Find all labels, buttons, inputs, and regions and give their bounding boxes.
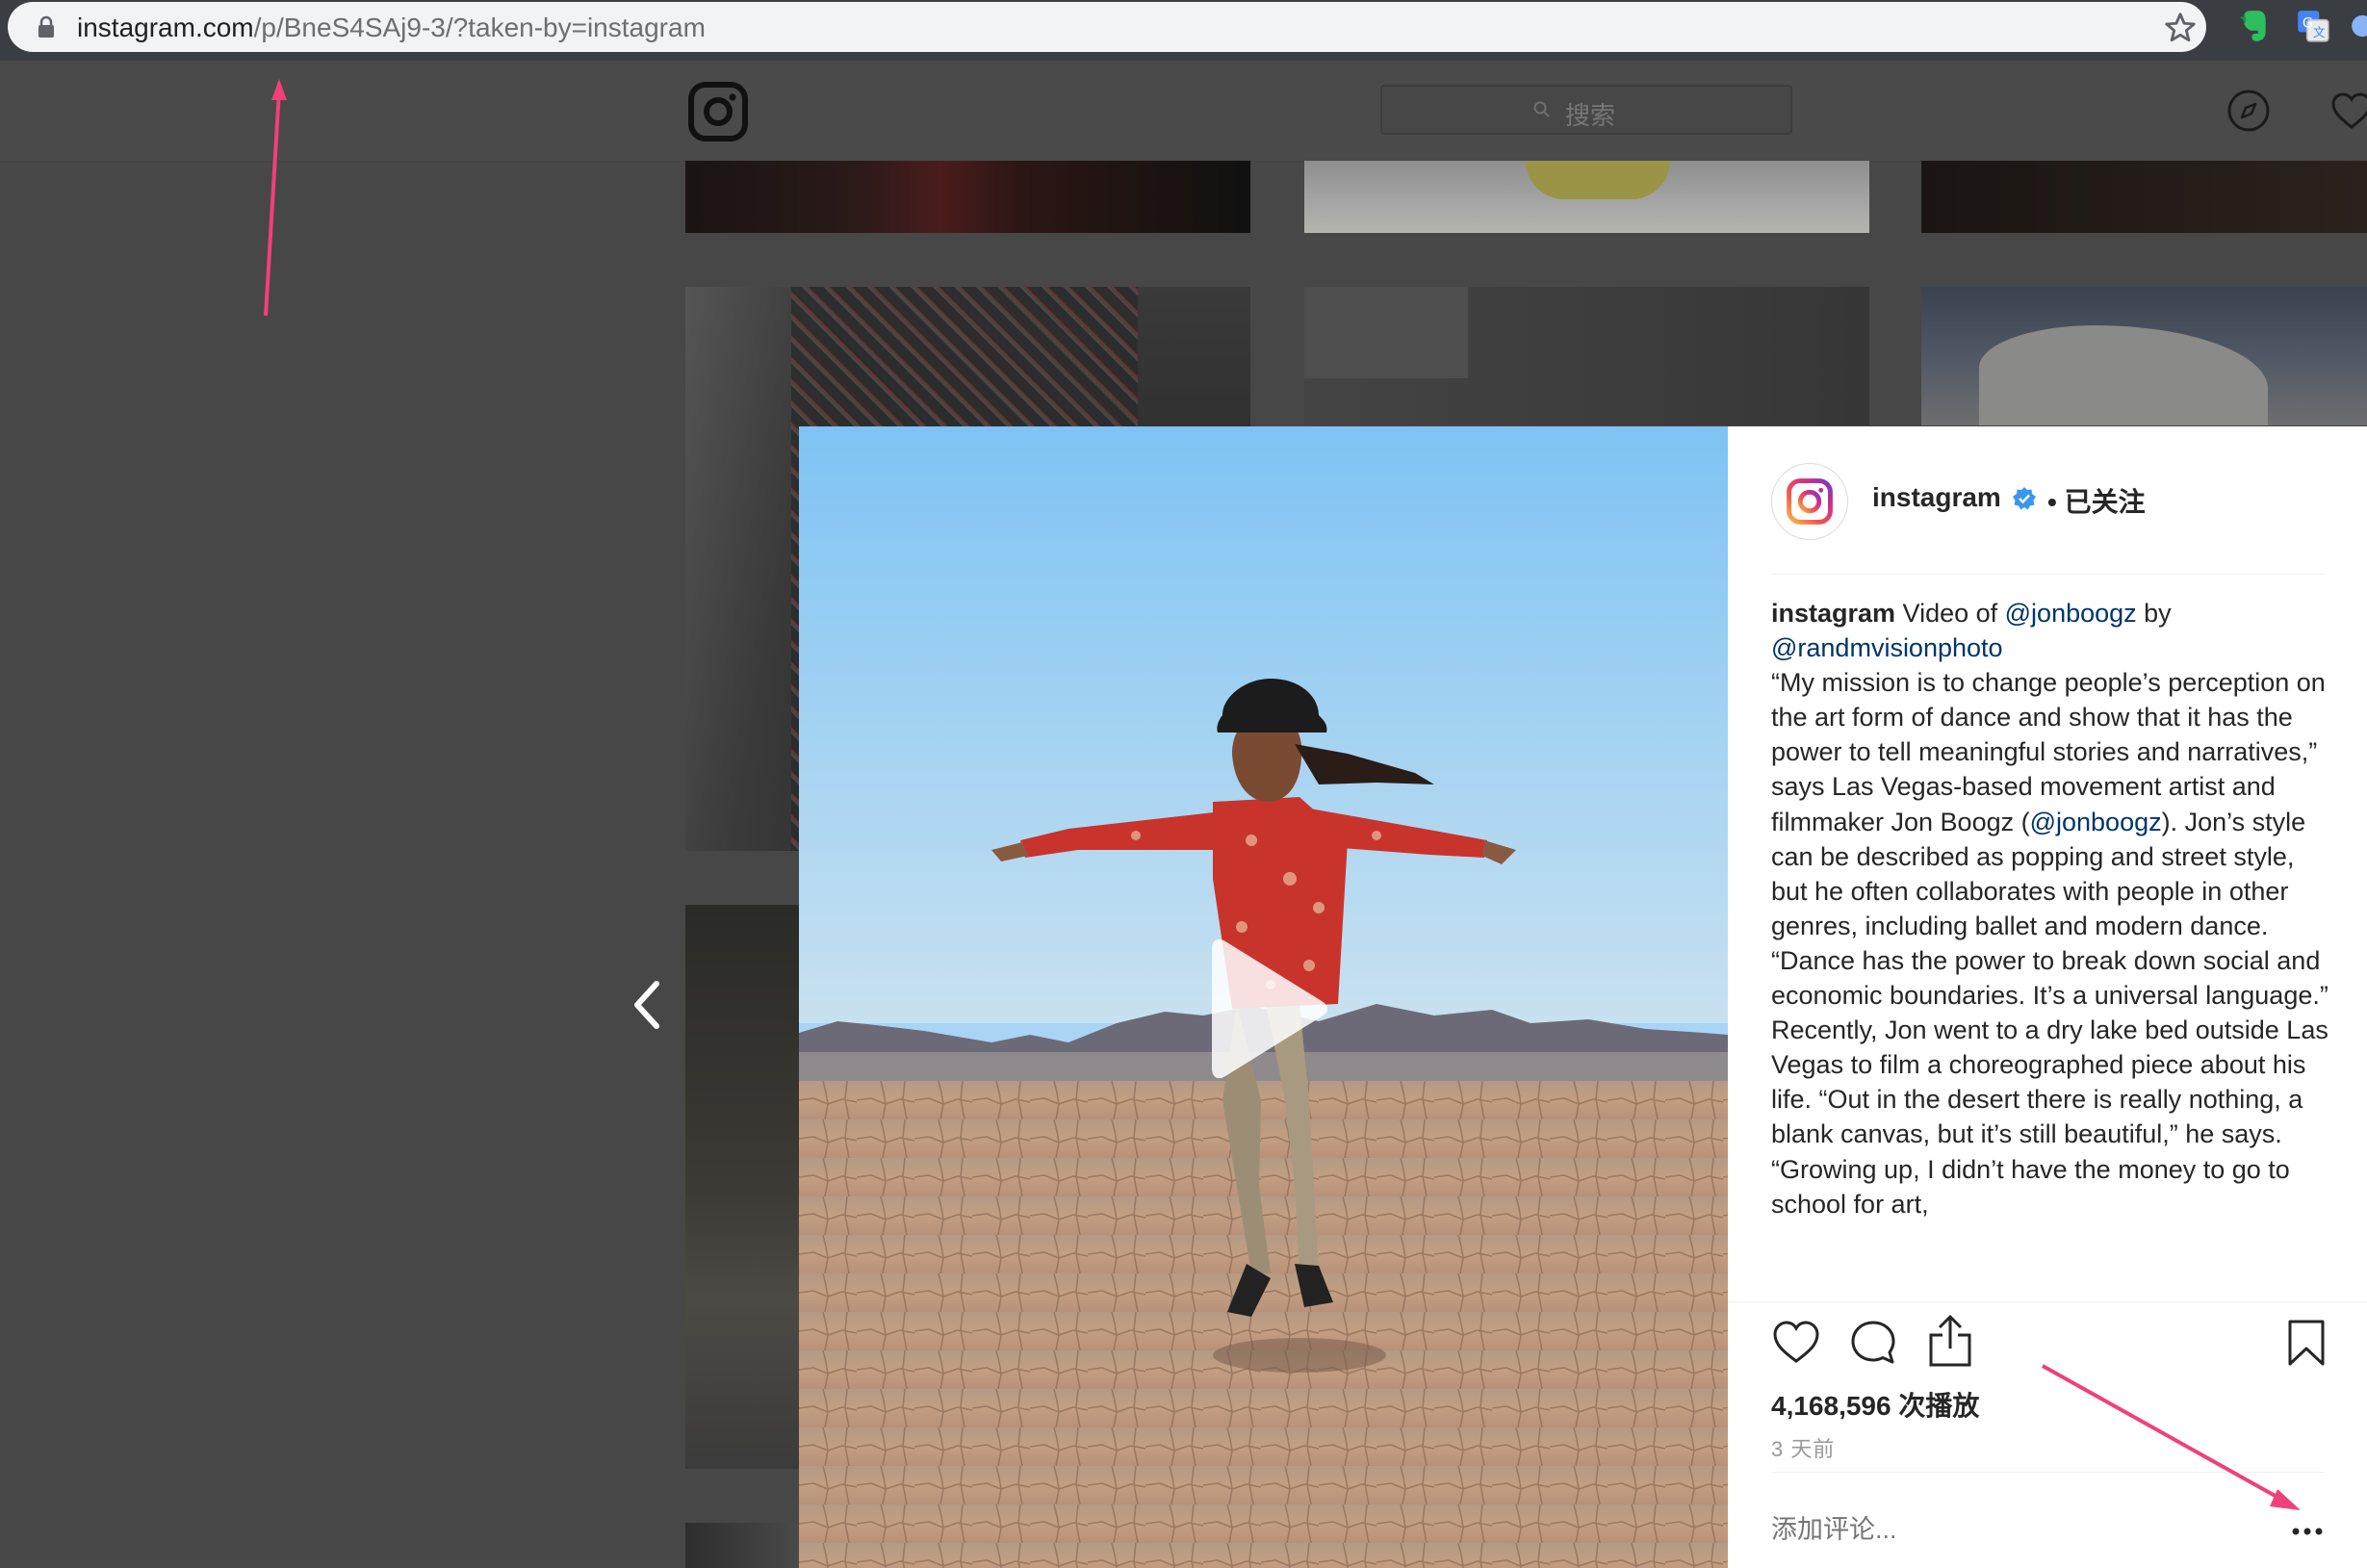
caption-text-part: Recently, Jon went to a dry lake bed out… (1771, 1015, 2328, 1219)
thumbnail-detail (1304, 287, 1468, 378)
extension-partial-icon[interactable] (2349, 8, 2367, 44)
divider (1728, 1301, 2367, 1302)
share-icon[interactable] (1926, 1314, 1974, 1368)
following-status[interactable]: • 已关注 (2047, 481, 2146, 520)
svg-text:文: 文 (2313, 25, 2326, 39)
heart-icon[interactable] (2329, 90, 2367, 131)
chevron-left-icon[interactable] (626, 978, 670, 1032)
svg-text:G: G (2303, 16, 2313, 32)
thumbnail-detail (1979, 325, 2268, 425)
thumbnail-detail (1526, 161, 1670, 199)
url-path: /p/BneS4SAj9-3/?taken-by=instagram (253, 13, 706, 42)
grid-post-thumbnail[interactable] (1304, 287, 1869, 425)
caption-username[interactable]: instagram (1771, 599, 1895, 628)
post-video[interactable] (799, 426, 1728, 1568)
mention-link[interactable]: @jonboogz (2030, 808, 2162, 836)
lock-icon (39, 15, 54, 38)
grid-post-thumbnail[interactable] (1921, 287, 2367, 425)
post-timestamp[interactable]: 3 天前 (1771, 1432, 1835, 1463)
search-box[interactable]: 搜索 (1380, 85, 1792, 135)
caption-text-part: Video of (1895, 599, 2005, 628)
search-icon (1533, 101, 1550, 117)
caption-text: instagram Video of @jonboogz by @randmvis… (1771, 596, 2331, 1221)
compass-icon[interactable] (2226, 89, 2271, 133)
grid-post-thumbnail[interactable] (685, 905, 801, 1469)
grid-post-thumbnail[interactable] (1921, 161, 2367, 233)
verified-badge-icon (2013, 487, 2036, 510)
comment-icon[interactable] (1848, 1318, 1898, 1368)
view-count[interactable]: 4,168,596 次播放 (1771, 1385, 1979, 1424)
more-options-icon[interactable] (2288, 1510, 2327, 1549)
annotation-arrow-icon (264, 79, 287, 317)
avatar[interactable] (1771, 463, 1848, 540)
heart-icon[interactable] (1771, 1318, 1821, 1368)
annotation-arrow-icon (2042, 1364, 2301, 1510)
grid-post-thumbnail[interactable] (1304, 161, 1869, 233)
instagram-logo-icon[interactable] (687, 81, 749, 142)
url-domain: instagram.com (77, 13, 254, 42)
instagram-header: 搜索 (0, 61, 2367, 162)
mention-link[interactable]: @jonboogz (2005, 599, 2137, 628)
caption-text-part: by (2136, 599, 2172, 628)
comment-input[interactable] (1771, 1510, 2233, 1549)
grid-post-thumbnail[interactable] (685, 1523, 801, 1568)
mention-link[interactable]: @randmvisionphoto (1771, 633, 2003, 662)
grid-post-thumbnail[interactable] (685, 161, 1250, 233)
address-bar[interactable]: instagram.com/p/BneS4SAj9-3/?taken-by=in… (8, 2, 2206, 52)
post-username[interactable]: instagram (1872, 482, 2001, 513)
divider (1771, 574, 2324, 575)
evernote-icon[interactable] (2235, 8, 2272, 44)
bookmark-star-icon[interactable] (2162, 10, 2199, 46)
play-icon[interactable] (1208, 932, 1333, 1086)
url-text[interactable]: instagram.com/p/BneS4SAj9-3/?taken-by=in… (77, 13, 706, 43)
search-placeholder: 搜索 (1565, 101, 1616, 130)
browser-toolbar: instagram.com/p/BneS4SAj9-3/?taken-by=in… (0, 0, 2367, 61)
caption: instagram Video of @jonboogz by @randmvis… (1771, 596, 2331, 1270)
translate-icon[interactable]: G 文 (2295, 8, 2331, 44)
caption-text-part: ). Jon’s style can be described as poppi… (1771, 807, 2328, 1011)
